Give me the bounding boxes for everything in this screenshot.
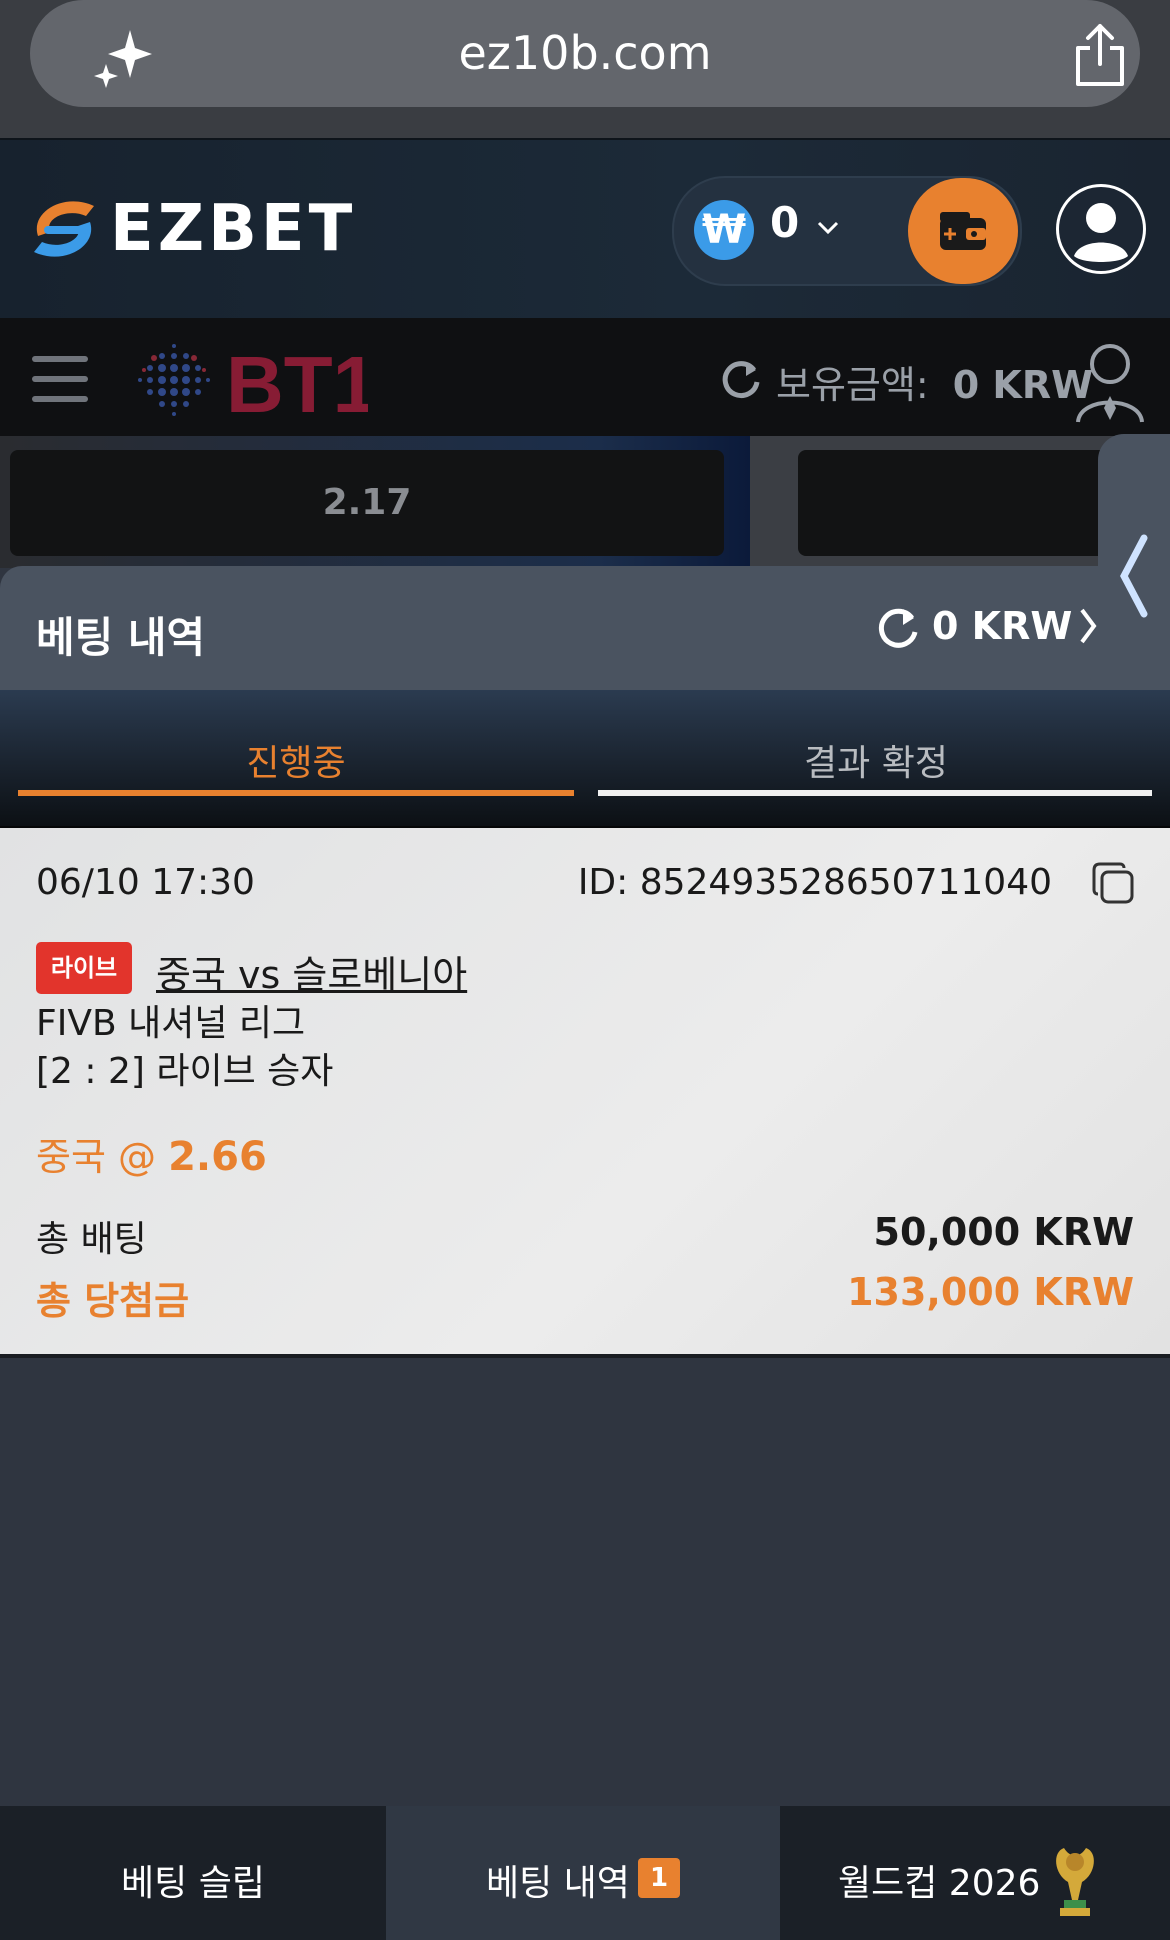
wallet-balance: 0 — [770, 198, 800, 247]
match-link[interactable]: 중국 vs 슬로베니아 — [156, 944, 467, 999]
total-win-value: 133,000 KRW — [847, 1270, 1134, 1314]
tab-indicator — [598, 790, 1152, 796]
bet-history-title: 베팅 내역 — [36, 613, 206, 662]
sportsbook-header: BT1 보유금액: 0 KRW — [0, 318, 1170, 436]
live-badge: 라이브 — [36, 942, 132, 994]
ezbet-logo-icon[interactable] — [24, 198, 104, 260]
bt1-balance-label: 보유금액: — [776, 363, 929, 407]
refresh-icon[interactable] — [720, 358, 762, 400]
wallet-icon — [940, 212, 986, 250]
bottom-navigation: 베팅 슬립 베팅 내역 1 월드컵 2026 — [0, 1806, 1170, 1940]
browser-toolbar: ez10b.com — [0, 0, 1170, 138]
refresh-icon[interactable] — [876, 606, 920, 650]
bt1-logo[interactable]: BT1 — [128, 330, 368, 430]
nav-world-cup-label: 월드컵 2026 — [838, 1863, 1041, 1904]
address-bar[interactable]: ez10b.com — [30, 0, 1140, 107]
chevron-right-icon[interactable] — [1078, 606, 1098, 646]
bt1-balance: 보유금액: 0 KRW — [776, 354, 1093, 409]
nav-bet-slip-label: 베팅 슬립 — [121, 1863, 265, 1904]
bet-card: 06/10 17:30 ID: 852493528650711040 라이브 중… — [0, 828, 1170, 1358]
nav-bet-history-label: 베팅 내역 — [486, 1863, 630, 1904]
nav-bet-slip[interactable]: 베팅 슬립 — [0, 1806, 386, 1940]
site-header: EZBET ₩ 0 — [0, 138, 1170, 320]
bet-history-tabs: 진행중 결과 확정 — [0, 690, 1170, 830]
copy-icon[interactable] — [1090, 860, 1136, 906]
bet-id: ID: 852493528650711040 — [577, 862, 1052, 903]
bet-history-balance: 0 KRW — [932, 604, 1073, 648]
bet-count-badge: 1 — [638, 1858, 680, 1898]
tab-indicator-active — [18, 790, 574, 796]
trophy-icon — [1056, 1848, 1094, 1916]
bet-history-header: 베팅 내역 0 KRW — [0, 566, 1098, 690]
user-icon — [1059, 187, 1143, 271]
user-outline-icon[interactable] — [1074, 340, 1146, 424]
odds-strip: 2.17 — [0, 436, 1170, 568]
hamburger-menu-icon[interactable] — [32, 356, 88, 402]
nav-world-cup[interactable]: 월드컵 2026 — [780, 1806, 1170, 1940]
share-icon[interactable] — [1070, 22, 1130, 88]
selection-name: 중국 @ — [36, 1135, 156, 1179]
brand-logo-text[interactable]: EZBET — [110, 192, 356, 266]
bet-datetime: 06/10 17:30 — [36, 862, 255, 903]
bet-selection: 중국 @ 2.66 — [36, 1126, 267, 1181]
tab-in-progress[interactable]: 진행중 — [18, 734, 574, 786]
profile-avatar[interactable] — [1056, 184, 1146, 274]
total-bet-label: 총 배팅 — [36, 1219, 147, 1260]
bt1-balance-value: 0 KRW — [952, 363, 1094, 407]
chevron-down-icon — [817, 221, 839, 235]
odds-button[interactable]: 2.17 — [10, 450, 724, 556]
total-bet-value: 50,000 KRW — [873, 1210, 1135, 1254]
total-win-label: 총 당첨금 — [36, 1279, 190, 1323]
bt1-logo-text: BT1 — [226, 340, 368, 429]
url-text[interactable]: ez10b.com — [30, 26, 1140, 80]
nav-bet-history[interactable]: 베팅 내역 1 — [386, 1806, 780, 1940]
won-currency-icon: ₩ — [694, 200, 754, 260]
panel-collapse-tab[interactable] — [1098, 434, 1170, 720]
deposit-button[interactable] — [908, 178, 1018, 284]
selection-odds: 2.66 — [168, 1134, 267, 1180]
chevron-left-icon — [1120, 534, 1148, 618]
league-name: FIVB 내셔널 리그 — [36, 1003, 306, 1044]
tab-settled[interactable]: 결과 확정 — [598, 734, 1154, 786]
market-name: [2 : 2] 라이브 승자 — [36, 1051, 334, 1092]
